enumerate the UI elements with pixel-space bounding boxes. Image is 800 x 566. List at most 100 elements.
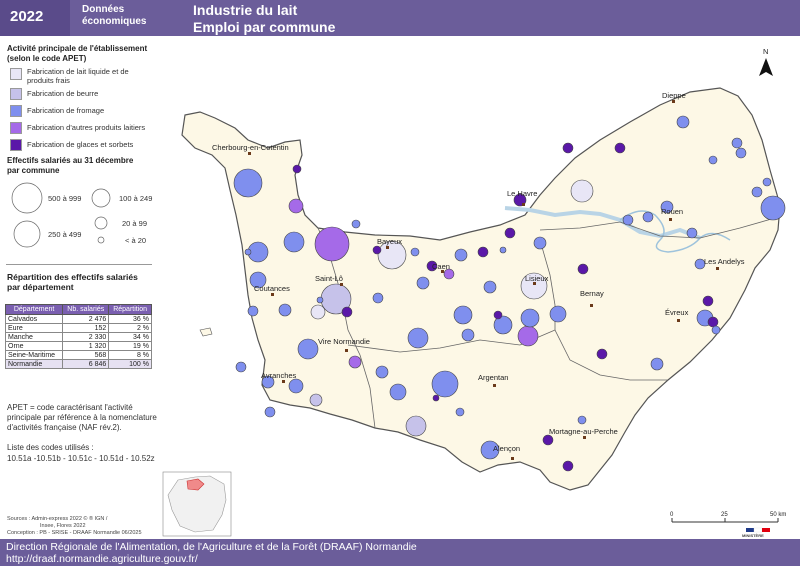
bubble: [375, 365, 389, 379]
table-header: Nb. salariés: [62, 304, 110, 315]
bubble: [407, 327, 429, 349]
bubble: [708, 155, 718, 165]
table-header-row: Département Nb. salariés Répartition: [4, 304, 152, 315]
divider: [6, 264, 152, 265]
table-cell: 100 %: [108, 359, 152, 369]
bubble: [614, 142, 626, 154]
apet-note-1: APET = code caractérisant l'activité: [7, 403, 133, 412]
north-label: N: [763, 47, 768, 56]
bubble: [372, 245, 382, 255]
city-label: Mortagne-au-Perche: [549, 427, 618, 436]
city-label: Lisieux: [525, 274, 549, 283]
bubble: [642, 211, 654, 223]
table-cell: Eure: [4, 323, 64, 333]
bubble: [711, 325, 721, 335]
bubble: [520, 308, 540, 328]
bubble: [410, 247, 420, 257]
bubble: [650, 357, 664, 371]
inset-france-map: [162, 471, 232, 537]
ministry-text: MINISTÈRE: [742, 533, 798, 539]
repartition-title: Répartition des effectifs salariés par d…: [7, 272, 138, 292]
footer-org: Direction Régionale de l'Alimentation, d…: [6, 541, 417, 553]
bubble: [288, 198, 304, 214]
bubble: [731, 137, 743, 149]
bubble: [596, 348, 608, 360]
bubble: [351, 219, 361, 229]
sources-line-3: Conception : PB - SRISE - DRAAF Normandi…: [7, 530, 142, 536]
repartition-table: Département Nb. salariés Répartition Cal…: [4, 304, 152, 369]
bubble: [622, 214, 634, 226]
legend-swatch-autres: [10, 122, 22, 134]
bubble: [405, 415, 427, 437]
size-label-lt-20: < à 20: [125, 236, 147, 245]
bubble: [278, 303, 292, 317]
table-cell: 6 846: [62, 359, 110, 369]
bubble: [314, 226, 350, 262]
legend-label-beurre: Fabrication de beurre: [27, 89, 99, 98]
table-cell: Normandie: [4, 359, 64, 369]
bubble: [247, 305, 259, 317]
bubble: [686, 227, 698, 239]
legend-swatch-fromage: [10, 105, 22, 117]
footer-bar: Direction Régionale de l'Alimentation, d…: [0, 539, 800, 566]
bubble: [562, 460, 574, 472]
ministry-line: MINISTÈRE: [742, 533, 764, 538]
size-label-500-999: 500 à 999: [48, 194, 82, 203]
bubble: [483, 280, 497, 294]
bubble: [341, 306, 353, 318]
bubble: [297, 338, 319, 360]
table-row: Eure 152 2 %: [4, 323, 152, 333]
bubble: [707, 316, 719, 328]
city-label: Les Andelys: [704, 257, 745, 266]
bubble: [416, 276, 430, 290]
bubble: [264, 406, 276, 418]
table-cell: 1 320: [62, 341, 110, 351]
city-label: Caen: [432, 262, 450, 271]
table-cell: Calvados: [4, 314, 64, 324]
table-cell: 34 %: [108, 332, 152, 342]
size-label-100-249: 100 à 249: [119, 194, 153, 203]
bubble: [348, 355, 362, 369]
bubble: [562, 142, 574, 154]
bubble: [310, 304, 326, 320]
bubble: [542, 434, 554, 446]
bubble: [454, 248, 468, 262]
legend-swatch-glaces: [10, 139, 22, 151]
city-label: Alençon: [493, 444, 520, 453]
legend-label-fromage: Fabrication de fromage: [27, 106, 105, 115]
table-row: Seine-Maritime 568 8 %: [4, 350, 152, 360]
footer-url[interactable]: http://draaf.normandie.agriculture.gouv.…: [6, 553, 198, 565]
sources-line-1: Sources : Admin-express 2022 © ® IGN /: [7, 516, 108, 522]
legend-activity-title: Activité principale de l'établissement (…: [7, 44, 148, 63]
table-cell: 36 %: [108, 314, 152, 324]
bubble: [453, 305, 473, 325]
city-label: Vire Normandie: [318, 337, 370, 346]
bubble: [477, 246, 489, 258]
bubble: [431, 370, 459, 398]
city-label: Dieppe: [662, 91, 686, 100]
scale-label-0: 0: [670, 512, 674, 518]
bubble: [455, 407, 465, 417]
city-label: Rouen: [661, 207, 683, 216]
bubble: [283, 231, 305, 253]
table-cell: 568: [62, 350, 110, 360]
bubble: [461, 328, 475, 342]
bubble: [762, 177, 772, 187]
bubble: [504, 227, 516, 239]
north-arrow-icon: N: [759, 47, 773, 76]
bubble: [735, 147, 747, 159]
table-header: Département: [4, 304, 64, 315]
bubble: [751, 186, 763, 198]
table-cell: 2 %: [108, 323, 152, 333]
scale-bar: 0 25 50 km: [670, 512, 786, 523]
sources-line-2: Insee, Flores 2022: [40, 523, 86, 529]
bubble: [309, 393, 323, 407]
bubble: [570, 179, 594, 203]
city-label: Bayeux: [377, 237, 402, 246]
city-label: Évreux: [665, 308, 689, 317]
bubble: [432, 394, 440, 402]
table-header: Répartition: [108, 304, 152, 315]
size-label-250-499: 250 à 499: [48, 230, 82, 239]
bubble: [372, 292, 384, 304]
city-label: Saint-Lô: [315, 274, 343, 283]
